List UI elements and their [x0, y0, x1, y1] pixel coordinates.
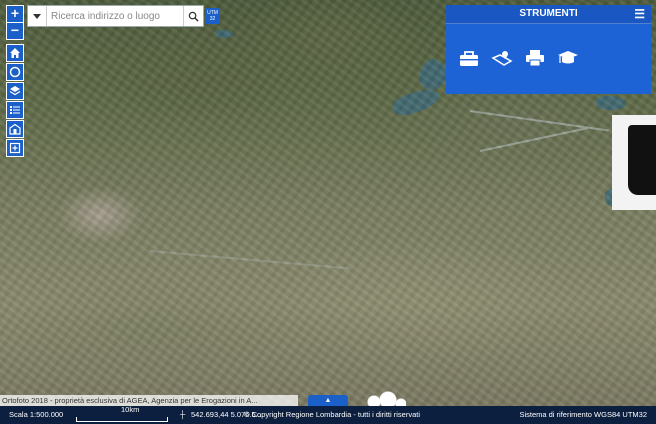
zoom-in-button[interactable]: + — [6, 5, 24, 23]
crs-text: Sistema di riferimento WGS84 UTM32 — [519, 410, 647, 419]
add-frame-icon — [9, 142, 21, 154]
layers-icon — [9, 86, 21, 96]
utm-toggle-button[interactable]: UTM 32 — [205, 8, 220, 24]
layers-button[interactable] — [6, 82, 24, 100]
building-icon — [9, 123, 21, 135]
cloud-patch — [366, 390, 406, 406]
add-frame-button[interactable] — [6, 139, 24, 157]
building-button[interactable] — [6, 120, 24, 138]
search-button[interactable] — [183, 6, 203, 26]
scale-bar — [76, 417, 168, 422]
legend-list-icon — [10, 106, 20, 114]
print-button[interactable] — [524, 47, 546, 69]
status-bar: Scala 1:500.000 10km ┼ 542.693,44 5.076.… — [0, 405, 656, 424]
toolbox-button[interactable] — [458, 47, 480, 69]
home-icon — [10, 48, 20, 58]
chevron-down-icon — [33, 13, 42, 19]
circle-select-icon — [9, 66, 21, 78]
map-shadow — [628, 125, 656, 195]
toolbox-icon — [460, 51, 478, 66]
scale-text: Scala 1:500.000 — [9, 410, 64, 419]
education-button[interactable] — [557, 47, 579, 69]
legend-button[interactable] — [6, 101, 24, 119]
search-icon — [188, 11, 199, 22]
bottom-panel-toggle[interactable]: ▲ — [308, 395, 348, 406]
map-pin-button[interactable] — [491, 47, 513, 69]
hamburger-menu-icon[interactable]: ☰ — [634, 5, 645, 23]
zoom-out-button[interactable]: − — [6, 22, 24, 40]
crosshair-icon: ┼ — [180, 410, 186, 419]
graduation-cap-icon — [558, 51, 578, 64]
chevron-up-icon: ▲ — [324, 397, 332, 404]
map-attribution: Ortofoto 2018 - proprietà esclusiva di A… — [0, 395, 298, 406]
copyright-text: © Copyright Regione Lombardia - tutti i … — [244, 410, 421, 419]
map-pin-icon — [491, 51, 513, 66]
tools-panel-header: STRUMENTI ☰ — [446, 5, 651, 24]
tools-panel-title: STRUMENTI — [519, 8, 578, 19]
circle-select-button[interactable] — [6, 63, 24, 81]
tools-panel: STRUMENTI ☰ — [446, 5, 651, 94]
home-button[interactable] — [6, 44, 24, 62]
search-bar — [27, 5, 204, 27]
search-input[interactable] — [47, 7, 184, 25]
search-dropdown-button[interactable] — [28, 6, 48, 26]
printer-icon — [526, 50, 544, 67]
